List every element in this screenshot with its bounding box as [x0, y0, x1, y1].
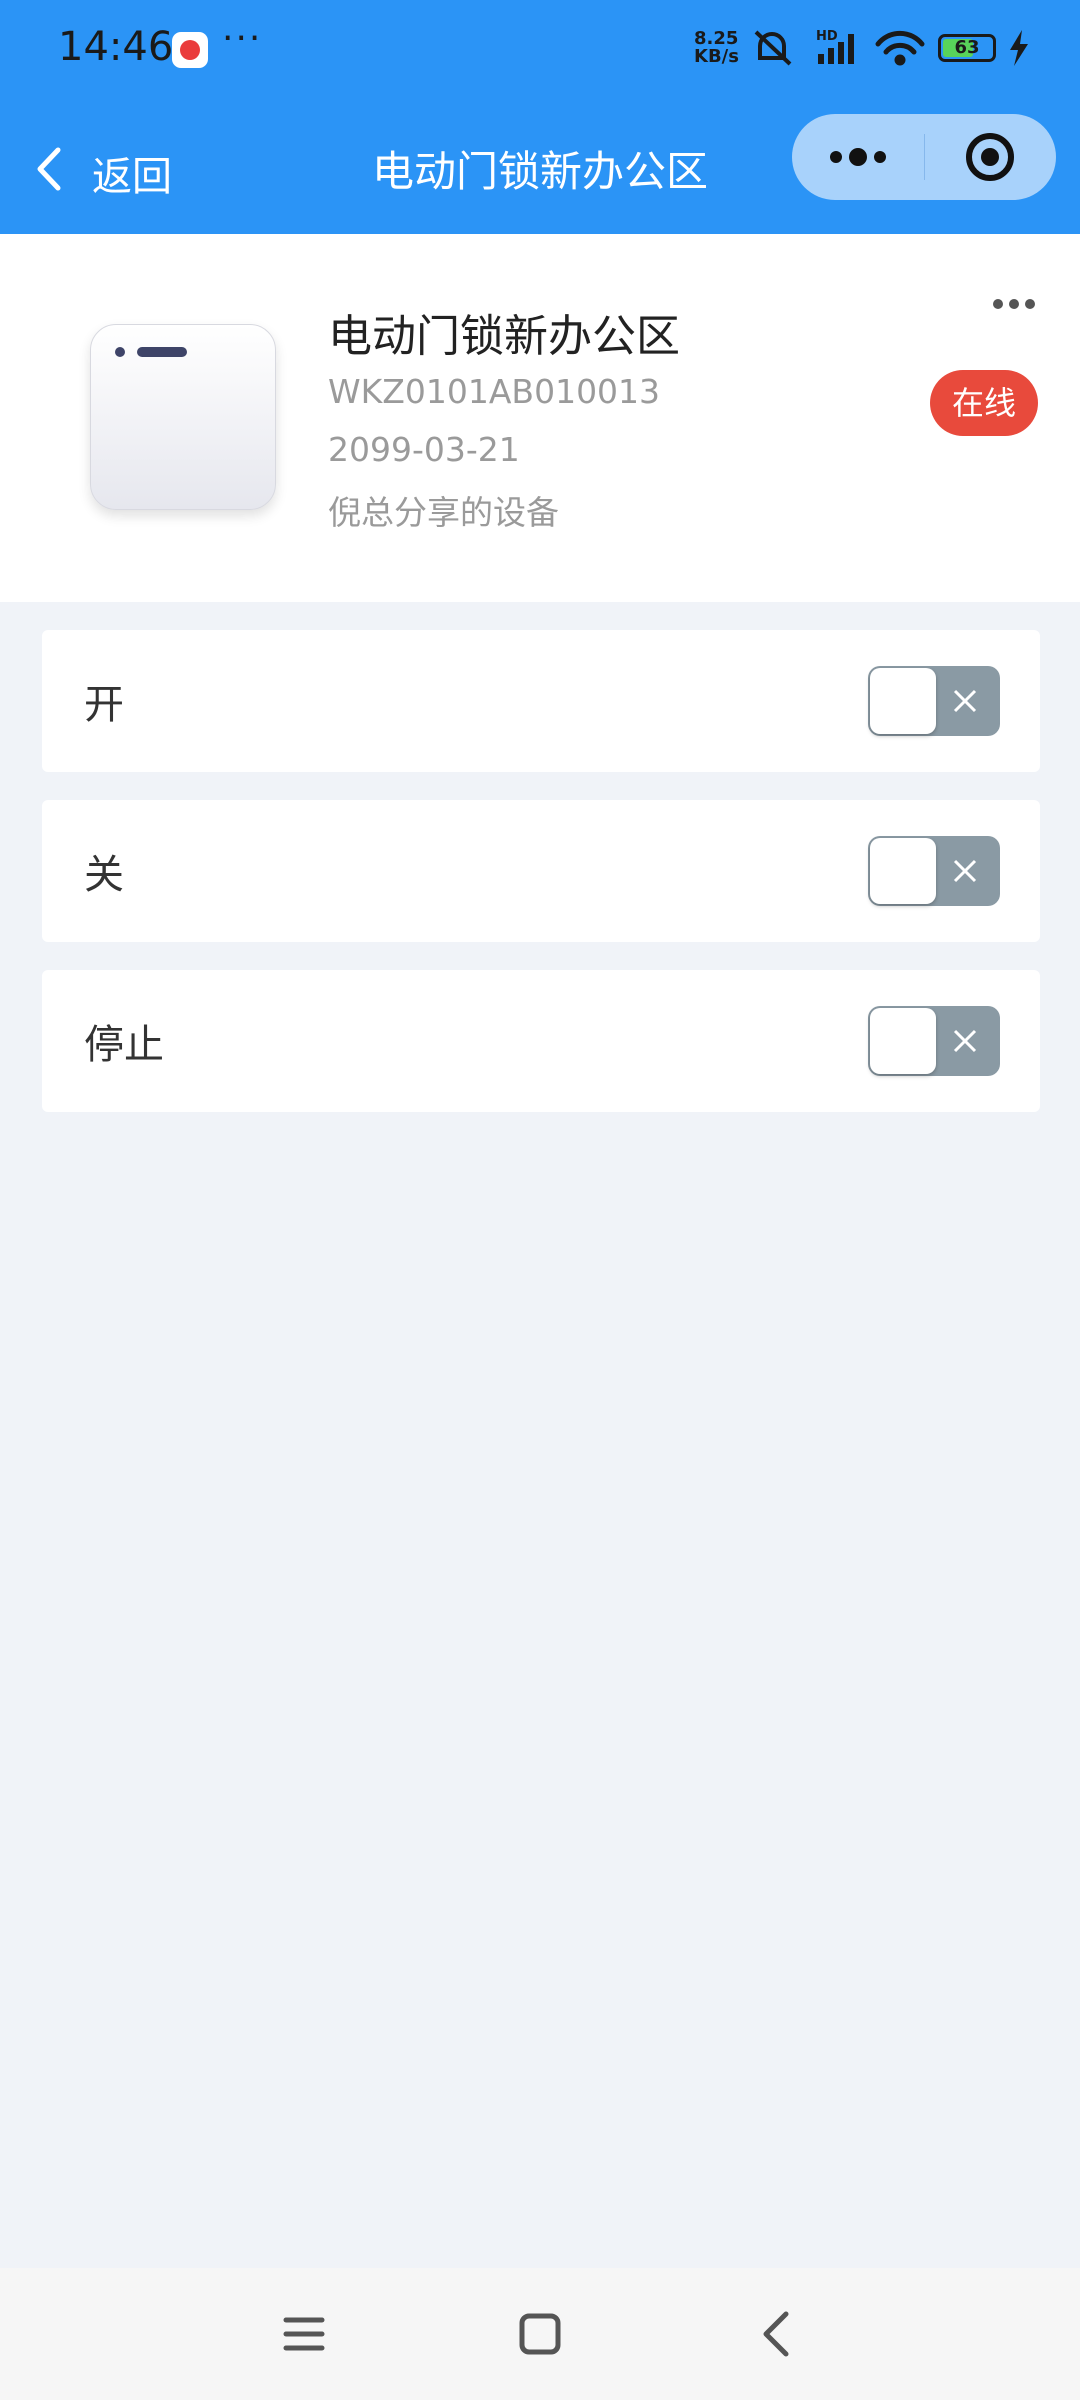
- device-card: 电动门锁新办公区 WKZ0101AB010013 2099-03-21 倪总分享…: [0, 234, 1080, 602]
- page-title: 电动门锁新办公区: [371, 147, 708, 196]
- toggle-knob: [870, 668, 936, 734]
- back-nav-icon[interactable]: [752, 2308, 800, 2360]
- charging-bolt-icon: [1010, 30, 1028, 66]
- stop-toggle[interactable]: [868, 1006, 1000, 1076]
- device-serial: WKZ0101AB010013: [328, 372, 661, 411]
- more-options-icon[interactable]: [990, 294, 1038, 314]
- network-speed: 8.25 KB/s: [694, 30, 739, 66]
- control-label: 开: [84, 682, 124, 728]
- toggle-knob: [870, 1008, 936, 1074]
- hd-label: HD: [816, 29, 838, 44]
- mute-bell-icon: [754, 30, 792, 66]
- control-label: 关: [84, 852, 124, 898]
- menu-icon[interactable]: [280, 2308, 328, 2360]
- close-icon: [953, 689, 977, 713]
- close-icon: [953, 859, 977, 883]
- status-badge: 在线: [930, 370, 1038, 436]
- more-menu-icon[interactable]: [792, 114, 924, 200]
- mini-program-capsule: [792, 114, 1056, 200]
- device-name: 电动门锁新办公区: [328, 311, 680, 362]
- top-header: 14:46 ··· 8.25 KB/s HD 63 返回 电动门锁新办公区: [0, 0, 1080, 234]
- close-icon: [953, 1029, 977, 1053]
- control-label: 停止: [84, 1022, 164, 1068]
- video-app-icon: [172, 32, 208, 68]
- clock: 14:46: [58, 24, 174, 70]
- more-notifications-icon: ···: [222, 18, 263, 59]
- status-icons: HD: [752, 28, 932, 72]
- toggle-knob: [870, 838, 936, 904]
- system-navigation-bar: [0, 2268, 1080, 2400]
- open-toggle[interactable]: [868, 666, 1000, 736]
- home-icon[interactable]: [516, 2308, 564, 2360]
- device-image-dot: [115, 347, 125, 357]
- status-bar: 14:46 ··· 8.25 KB/s HD 63: [0, 0, 1080, 100]
- device-date: 2099-03-21: [328, 430, 520, 469]
- control-row-open: 开: [42, 630, 1040, 772]
- back-label: 返回: [92, 154, 172, 200]
- close-toggle[interactable]: [868, 836, 1000, 906]
- battery-level-text: 63: [954, 37, 980, 58]
- device-share-note: 倪总分享的设备: [328, 493, 559, 532]
- control-row-stop: 停止: [42, 970, 1040, 1112]
- control-row-close: 关: [42, 800, 1040, 942]
- device-image-bar: [137, 347, 187, 357]
- wifi-icon: [875, 30, 925, 66]
- battery-icon: 63: [938, 34, 996, 62]
- network-speed-unit: KB/s: [694, 46, 739, 67]
- chevron-left-icon: [37, 147, 61, 191]
- close-target-icon[interactable]: [924, 114, 1056, 200]
- device-image: [90, 324, 276, 510]
